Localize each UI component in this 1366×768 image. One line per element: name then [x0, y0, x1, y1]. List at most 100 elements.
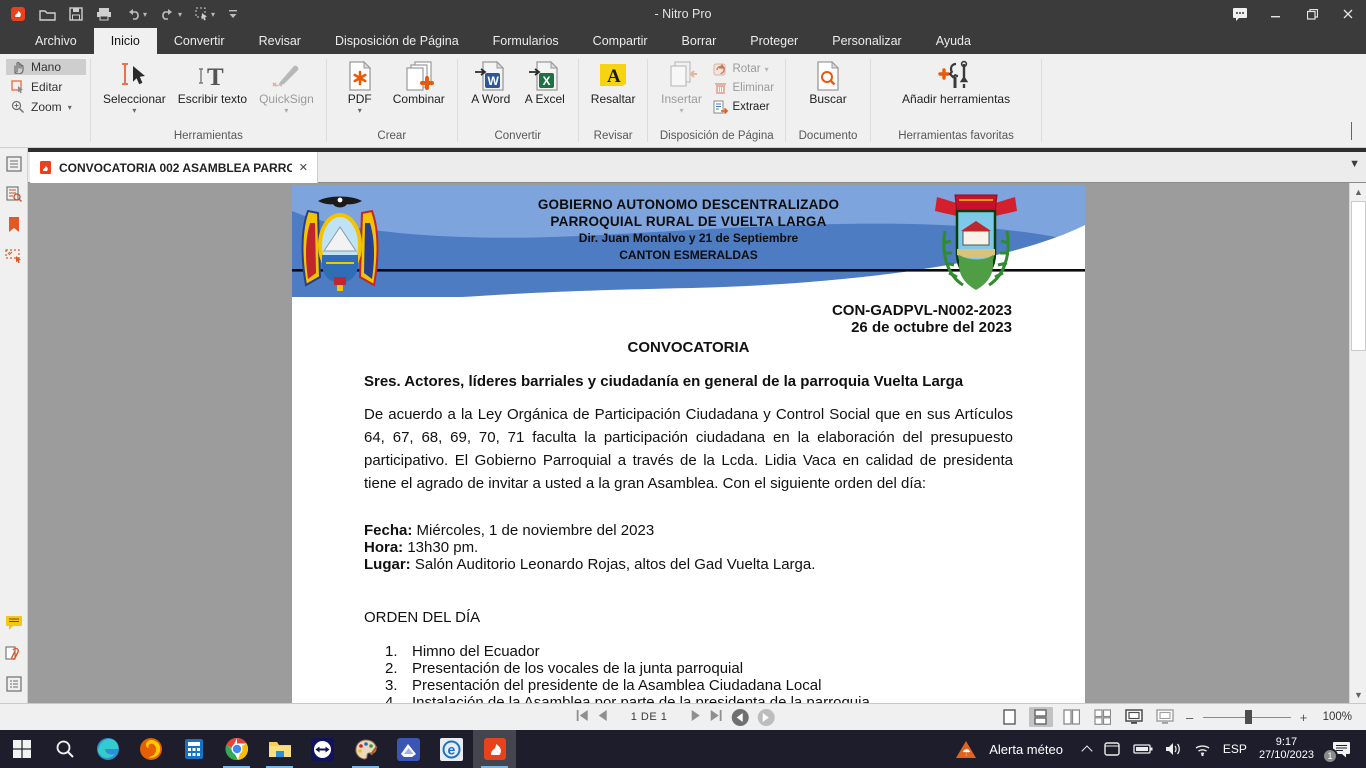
delete-pages-button[interactable]: Eliminar — [709, 80, 778, 96]
add-tools-button[interactable]: Añadir herramientas — [897, 59, 1015, 107]
fit-screen-button[interactable] — [1122, 707, 1146, 727]
bookmarks-panel-button[interactable] — [7, 216, 21, 238]
tablet-mode-icon[interactable] — [1103, 741, 1121, 757]
tab-inicio[interactable]: Inicio — [94, 28, 157, 54]
scrollbar-thumb[interactable] — [1351, 201, 1366, 351]
two-page-view-button[interactable] — [1060, 707, 1084, 727]
type-text-button[interactable]: T Escribir texto — [173, 59, 252, 107]
history-back-button[interactable] — [731, 709, 748, 726]
edge-icon — [96, 737, 120, 761]
undo-caret-icon[interactable]: ▾ — [143, 10, 147, 19]
hand-tool-button[interactable]: Mano — [6, 59, 86, 75]
battery-icon[interactable] — [1133, 743, 1153, 755]
document-tab[interactable]: CONVOCATORIA 002 ASAMBLEA PARROQU... ✕ — [30, 152, 318, 183]
zoom-slider[interactable] — [1203, 709, 1291, 725]
tab-revisar[interactable]: Revisar — [242, 28, 318, 54]
combine-button[interactable]: Combinar — [388, 59, 450, 107]
zoom-tool-button[interactable]: Zoom ▾ — [6, 99, 86, 115]
scroll-down-icon[interactable]: ▼ — [1350, 686, 1366, 703]
previous-page-button[interactable] — [598, 708, 608, 726]
pages-panel-button[interactable] — [6, 156, 22, 177]
minimize-button[interactable] — [1258, 0, 1294, 28]
zoom-slider-handle[interactable] — [1245, 710, 1252, 724]
tab-archivo[interactable]: Archivo — [18, 28, 94, 54]
language-indicator[interactable]: ESP — [1223, 742, 1247, 756]
to-word-button[interactable]: W A Word — [465, 59, 517, 107]
tab-proteger[interactable]: Proteger — [733, 28, 815, 54]
taskbar-calculator[interactable] — [172, 730, 215, 768]
last-page-button[interactable] — [709, 708, 722, 726]
weather-alert-icon[interactable]: ☂ — [955, 740, 977, 759]
taskbar-clock[interactable]: 9:17 27/10/2023 — [1259, 736, 1314, 762]
feedback-icon[interactable] — [1222, 0, 1258, 28]
search-document-button[interactable]: Buscar — [802, 59, 854, 107]
full-width-view-button[interactable] — [1153, 707, 1177, 727]
quad-view-button[interactable] — [1091, 707, 1115, 727]
extract-pages-button[interactable]: Extraer — [709, 99, 778, 115]
collapse-ribbon-button[interactable] — [1351, 123, 1352, 141]
weather-alert-label[interactable]: Alerta méteo — [989, 742, 1063, 757]
tab-ayuda[interactable]: Ayuda — [919, 28, 988, 54]
taskbar-paint[interactable] — [344, 730, 387, 768]
select-tool-caret-icon[interactable]: ▾ — [211, 10, 215, 19]
rotate-button[interactable]: Rotar ▾ — [709, 61, 778, 77]
tab-borrar[interactable]: Borrar — [665, 28, 734, 54]
type-text-icon: T — [194, 60, 230, 92]
create-pdf-button[interactable]: PDF ▾ — [334, 59, 386, 117]
taskbar-browser-e[interactable]: e — [430, 730, 473, 768]
start-button[interactable] — [0, 730, 43, 768]
taskbar-file-explorer[interactable] — [258, 730, 301, 768]
taskbar-chrome[interactable] — [215, 730, 258, 768]
undo-button[interactable]: ▾ — [123, 3, 149, 25]
tray-expand-icon[interactable] — [1081, 745, 1092, 756]
comments-panel-button[interactable] — [5, 615, 23, 636]
to-excel-button[interactable]: X A Excel — [519, 59, 571, 107]
taskbar-search-button[interactable] — [43, 730, 86, 768]
search-panel-button[interactable] — [6, 186, 22, 207]
redo-caret-icon[interactable]: ▾ — [178, 10, 182, 19]
taskbar-firefox[interactable] — [129, 730, 172, 768]
customize-qat-button[interactable] — [226, 3, 240, 25]
redo-button[interactable]: ▾ — [158, 3, 184, 25]
document-viewport[interactable]: GOBIERNO AUTONOMO DESCENTRALIZADO PARROQ… — [28, 183, 1366, 703]
history-forward-button[interactable] — [757, 709, 774, 726]
taskbar-nitro-pro[interactable] — [473, 730, 516, 768]
highlight-button[interactable]: A Resaltar — [586, 59, 641, 107]
taskbar-edge[interactable] — [86, 730, 129, 768]
quicksign-button[interactable]: QuickSign ▾ — [254, 59, 319, 117]
tab-formularios[interactable]: Formularios — [476, 28, 576, 54]
next-page-button[interactable] — [690, 708, 700, 726]
select-button[interactable]: Seleccionar ▾ — [98, 59, 171, 117]
print-button[interactable] — [94, 3, 114, 25]
single-page-view-button[interactable] — [998, 707, 1022, 727]
banner-line-1: GOBIERNO AUTONOMO DESCENTRALIZADO — [292, 196, 1085, 213]
continuous-view-button[interactable] — [1029, 707, 1053, 727]
tab-compartir[interactable]: Compartir — [576, 28, 665, 54]
signature-field-button[interactable] — [5, 247, 23, 268]
tab-list-dropdown-icon[interactable]: ▼ — [1349, 158, 1360, 170]
save-button[interactable] — [67, 3, 85, 25]
vertical-scrollbar[interactable]: ▲ ▼ — [1349, 183, 1366, 703]
tab-personalizar[interactable]: Personalizar — [815, 28, 918, 54]
close-tab-icon[interactable]: ✕ — [299, 161, 308, 174]
first-page-button[interactable] — [576, 708, 589, 726]
wifi-icon[interactable] — [1194, 743, 1211, 756]
taskbar-scanner-app[interactable] — [387, 730, 430, 768]
action-center-button[interactable]: 1 — [1326, 734, 1356, 764]
tab-convertir[interactable]: Convertir — [157, 28, 242, 54]
insert-pages-button[interactable]: Insertar ▾ — [655, 59, 707, 117]
zoom-in-button[interactable]: + — [1298, 710, 1310, 725]
close-window-button[interactable] — [1330, 0, 1366, 28]
volume-icon[interactable] — [1165, 742, 1182, 756]
attachments-panel-button[interactable] — [5, 645, 22, 667]
taskbar-teamviewer[interactable] — [301, 730, 344, 768]
firefox-icon — [139, 737, 163, 761]
tab-disposicion[interactable]: Disposición de Página — [318, 28, 476, 54]
edit-tool-button[interactable]: Editar — [6, 79, 86, 95]
zoom-out-button[interactable]: – — [1184, 710, 1196, 725]
scroll-up-icon[interactable]: ▲ — [1350, 183, 1366, 200]
restore-button[interactable] — [1294, 0, 1330, 28]
list-panel-button[interactable] — [6, 676, 22, 697]
open-file-button[interactable] — [37, 3, 58, 25]
select-tool-button[interactable]: ▾ — [193, 3, 217, 25]
